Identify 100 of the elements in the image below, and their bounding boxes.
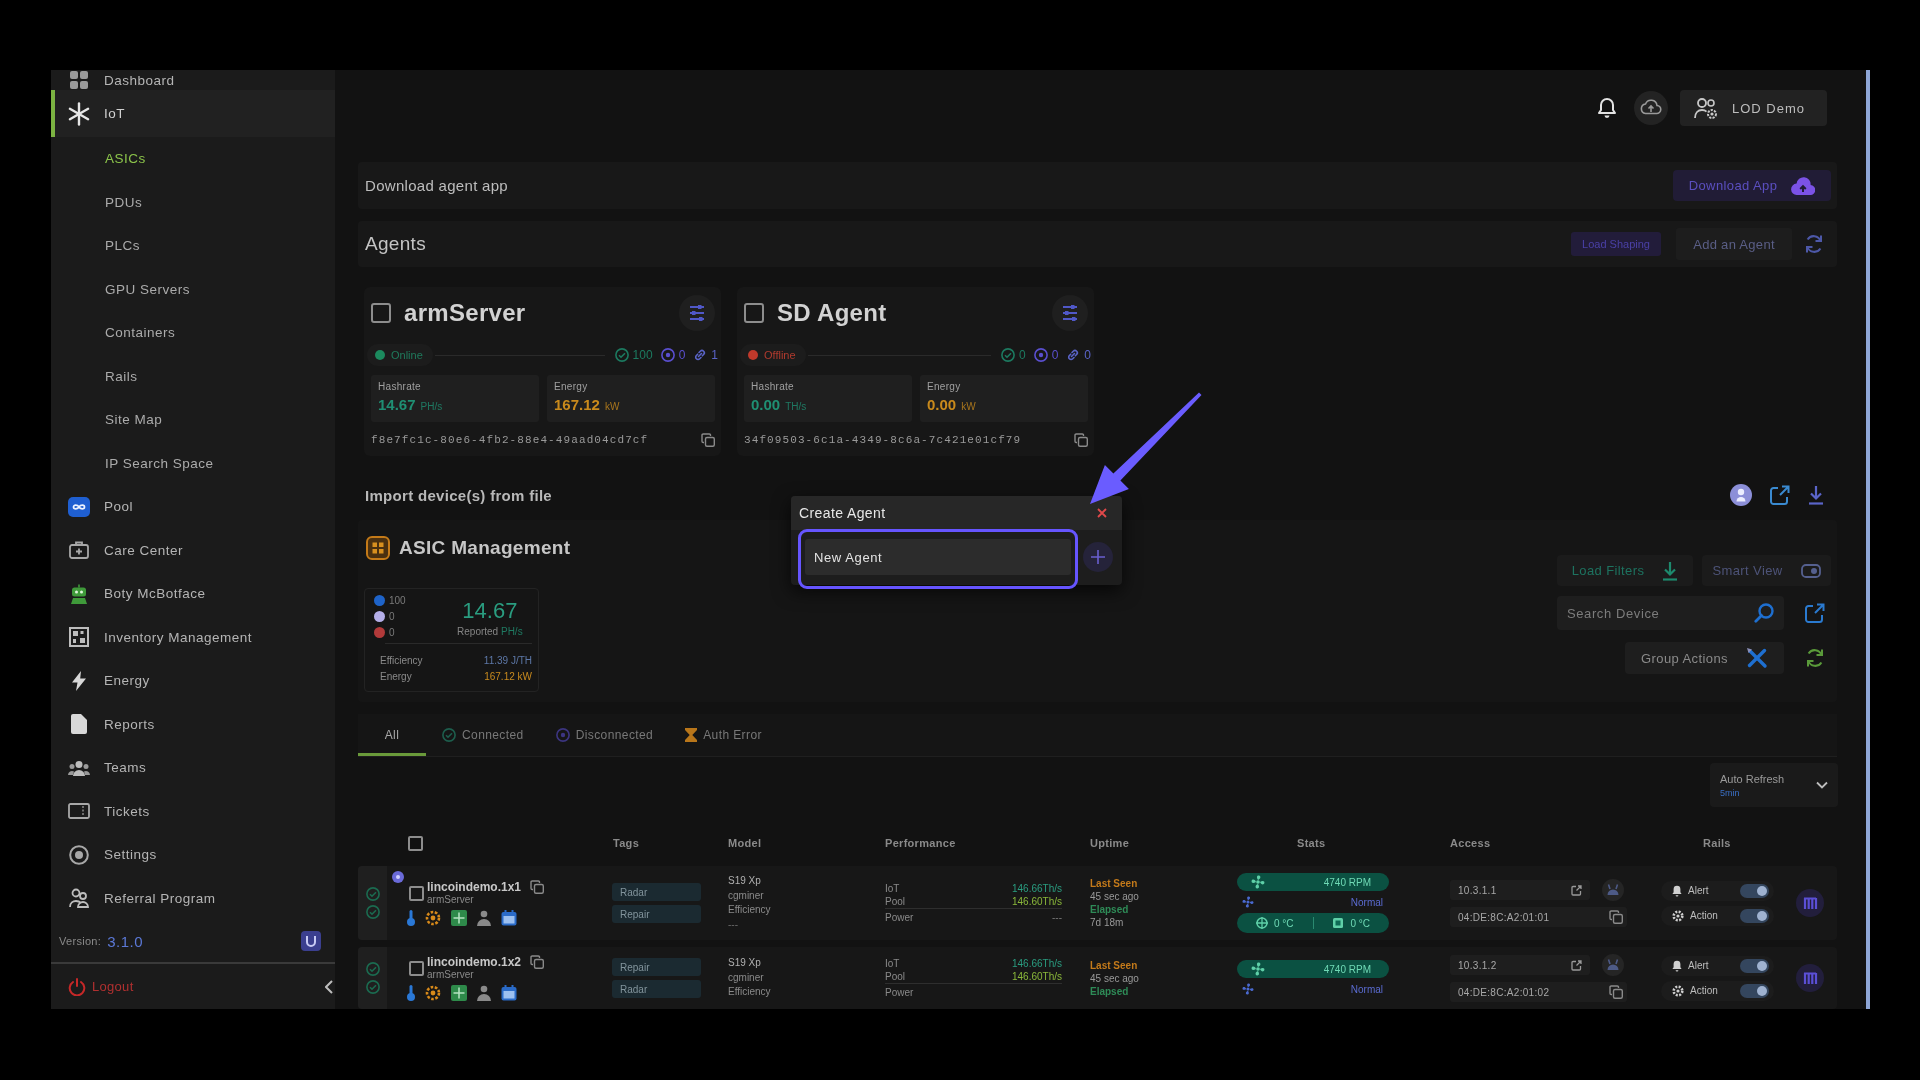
tab[interactable]: All [358, 714, 426, 756]
sidebar-subitem[interactable]: Site Map [51, 398, 335, 442]
sidebar-item[interactable]: Pool [51, 485, 335, 529]
column-header: Access [1450, 837, 1491, 849]
sidebar-subitem[interactable]: IP Search Space [51, 441, 335, 485]
sidebar-subitem[interactable]: Rails [51, 354, 335, 398]
legend-value: 100 [389, 594, 406, 606]
document-icon [71, 714, 87, 735]
metric-label: Energy [927, 381, 962, 392]
export-icon[interactable] [1805, 603, 1825, 623]
sidebar-item[interactable]: Settings [51, 833, 335, 877]
close-icon[interactable] [1097, 508, 1107, 518]
router-icon[interactable] [1602, 954, 1624, 976]
plus-icon[interactable] [1083, 542, 1113, 572]
person-disc-icon[interactable] [1730, 484, 1752, 506]
bell-icon[interactable] [1598, 97, 1616, 119]
refresh-icon[interactable] [1805, 648, 1825, 668]
checkbox[interactable] [408, 835, 423, 851]
checkbox[interactable] [744, 303, 764, 323]
uptime-value: 7d 18m [1090, 916, 1125, 929]
user-gear-icon [1694, 97, 1718, 119]
refresh-icon[interactable] [1804, 234, 1824, 254]
sidebar-item[interactable]: Inventory Management [51, 615, 335, 659]
toggle-switch[interactable] [1740, 883, 1769, 898]
chevron-left-icon[interactable] [325, 979, 333, 994]
mac-address-field[interactable]: 04:DE:8C:A2:01:01 [1450, 907, 1627, 927]
agent-name: armServer [427, 969, 475, 981]
sidebar-item[interactable]: Energy [51, 659, 335, 703]
chevron-down-icon [1816, 781, 1828, 789]
sidebar-subitem[interactable]: GPU Servers [51, 267, 335, 311]
router-icon[interactable] [1602, 879, 1624, 901]
toggle-switch[interactable] [1740, 908, 1769, 923]
copy-icon[interactable] [1609, 910, 1623, 924]
ticket-icon [68, 803, 90, 820]
group-actions-button[interactable]: Group Actions [1625, 642, 1784, 674]
sidebar-item[interactable]: Boty McBotface [51, 572, 335, 616]
power-icon [68, 977, 86, 996]
fan-icon [1251, 875, 1265, 889]
people-icon [68, 759, 90, 776]
tab[interactable]: Disconnected [539, 714, 670, 756]
sidebar-item[interactable]: Dashboard [51, 70, 335, 90]
sliders-icon[interactable] [679, 295, 715, 331]
sidebar-subitem[interactable]: Containers [51, 311, 335, 355]
copy-icon[interactable] [1074, 433, 1088, 447]
badge-icon[interactable] [301, 931, 321, 951]
text-field[interactable]: New Agent [805, 539, 1071, 575]
uptime-value: 45 sec ago [1090, 971, 1140, 985]
gear-icon [425, 985, 441, 1001]
sidebar-item[interactable]: Care Center [51, 528, 335, 572]
external-link-icon[interactable] [1571, 959, 1582, 971]
copy-icon[interactable] [1609, 985, 1623, 999]
gear-icon [425, 910, 441, 926]
sidebar-item[interactable]: Tickets [51, 789, 335, 833]
temperature-text: 0 °C [1350, 917, 1371, 929]
download-icon[interactable] [1808, 485, 1824, 505]
thermometer-icon [407, 985, 415, 1001]
toggle-switch[interactable] [1740, 983, 1769, 998]
crosshair-icon [1255, 917, 1268, 929]
search-icon[interactable] [1754, 603, 1774, 623]
sidebar-item[interactable]: Teams [51, 746, 335, 790]
column-header: Performance [885, 837, 956, 849]
sidebar-item[interactable]: IoT [51, 90, 335, 137]
sliders-icon[interactable] [1052, 295, 1088, 331]
ip-address-field[interactable]: 10.3.1.2 [1450, 955, 1590, 975]
tag: Radar [612, 883, 701, 901]
count-value: 0 [1051, 348, 1059, 362]
tab[interactable]: Auth Error [669, 714, 778, 756]
metric-value: 167.12 kW [554, 396, 621, 413]
checkbox[interactable] [409, 960, 424, 976]
status-dot-icon [748, 350, 758, 360]
sidebar-item[interactable]: Reports [51, 702, 335, 746]
copy-icon[interactable] [701, 433, 715, 447]
device-name[interactable]: lincoindemo.1x2 [427, 955, 522, 969]
device-name[interactable]: lincoindemo.1x1 [427, 880, 522, 894]
download-icon[interactable] [1662, 560, 1679, 581]
checkbox[interactable] [371, 303, 391, 323]
sidebar-subitem[interactable]: PLCs [51, 224, 335, 268]
tab[interactable]: Connected [426, 714, 540, 756]
external-link-icon[interactable] [1571, 884, 1582, 896]
search-field[interactable]: Search Device [1557, 596, 1784, 630]
performance-value: --- [1052, 911, 1062, 924]
auto-refresh-dropdown[interactable]: Auto Refresh 5min [1710, 763, 1838, 807]
ip-address-field[interactable]: 10.3.1.1 [1450, 880, 1590, 900]
check-circle-icon [614, 348, 629, 362]
copy-icon[interactable] [530, 955, 545, 969]
toggle-switch[interactable] [1740, 958, 1769, 973]
checkbox[interactable] [409, 885, 424, 901]
sidebar-item[interactable]: Referral Program [51, 876, 335, 920]
sidebar-subitem[interactable]: ASICs [51, 137, 335, 181]
bars-icon[interactable] [1796, 889, 1824, 917]
mac-address-field[interactable]: 04:DE:8C:A2:01:02 [1450, 982, 1627, 1002]
ring-icon [555, 728, 570, 742]
user-menu-button[interactable]: LOD Demo [1680, 90, 1827, 126]
sidebar-subitem[interactable]: PDUs [51, 180, 335, 224]
export-icon[interactable] [1770, 485, 1790, 505]
cloud-upload-icon[interactable] [1634, 91, 1668, 125]
bars-icon[interactable] [1796, 964, 1824, 992]
copy-icon[interactable] [530, 880, 545, 894]
grid-icon [70, 71, 88, 89]
infinity-tile-icon [68, 496, 90, 517]
